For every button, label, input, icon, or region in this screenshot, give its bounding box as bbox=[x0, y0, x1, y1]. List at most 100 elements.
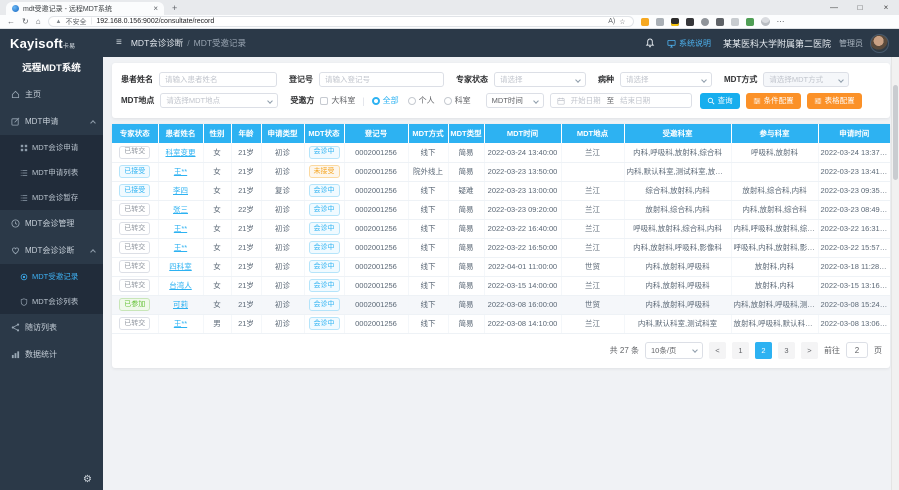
extension-icon[interactable] bbox=[686, 18, 694, 26]
expert-status-badge: 已转交 bbox=[119, 203, 150, 216]
time-type-select[interactable]: MDT时间 bbox=[486, 93, 544, 108]
cell-patient-name[interactable]: 张三 bbox=[158, 200, 203, 219]
table-row: 已转交台湾人女21岁初诊会诊中0002001256线下简易2022-03-15 … bbox=[112, 276, 890, 295]
next-page-button[interactable]: > bbox=[801, 342, 818, 359]
sidebar-item-mdt-manage[interactable]: MDT会诊管理 bbox=[0, 210, 103, 237]
search-button[interactable]: 查询 bbox=[700, 93, 740, 109]
sidebar-item-mdt-diagnosis[interactable]: MDT会诊诊断 bbox=[0, 237, 103, 264]
cell-patient-name[interactable]: 王** bbox=[158, 238, 203, 257]
cell-patient-name[interactable]: 李四 bbox=[158, 181, 203, 200]
tab-close-icon[interactable]: × bbox=[153, 5, 158, 13]
patient-name-link[interactable]: 可莉 bbox=[173, 300, 188, 309]
goto-page-input[interactable] bbox=[846, 342, 868, 358]
favorite-star-icon[interactable]: ☆ bbox=[619, 18, 625, 26]
page-button-2-current[interactable]: 2 bbox=[755, 342, 772, 359]
radio-dept-label[interactable]: 科室 bbox=[455, 95, 471, 106]
back-icon[interactable]: ← bbox=[7, 18, 15, 26]
close-button[interactable]: × bbox=[873, 0, 899, 15]
expert-status-badge: 已转交 bbox=[119, 317, 150, 330]
sidebar-item-mdt-consult-list[interactable]: MDT会诊列表 bbox=[0, 289, 103, 314]
table-config-button[interactable]: 表格配置 bbox=[807, 93, 862, 109]
patient-name-link[interactable]: 张三 bbox=[173, 205, 188, 214]
browser-tab[interactable]: mdt受邀记录 - 远程MDT系统 × bbox=[6, 2, 164, 15]
refresh-icon[interactable]: ↻ bbox=[22, 18, 29, 26]
condition-config-button[interactable]: 条件配置 bbox=[746, 93, 801, 109]
radio-dept[interactable] bbox=[444, 97, 452, 105]
scrollbar-thumb[interactable] bbox=[893, 85, 898, 180]
maximize-button[interactable]: □ bbox=[847, 0, 873, 15]
cell-mdt-time: 2022-03-23 13:50:00 bbox=[484, 162, 561, 181]
extension-icon[interactable] bbox=[701, 18, 709, 26]
mdt-mode-select[interactable]: 请选择MDT方式 bbox=[763, 72, 849, 87]
browser-menu-icon[interactable]: ⋯ bbox=[777, 17, 785, 26]
cell-patient-name[interactable]: 台湾人 bbox=[158, 276, 203, 295]
minimize-button[interactable]: — bbox=[821, 0, 847, 15]
cell-reg-no: 0002001256 bbox=[344, 276, 408, 295]
cell-reg-no: 0002001256 bbox=[344, 181, 408, 200]
extension-icon[interactable] bbox=[656, 18, 664, 26]
mdt-location-select[interactable]: 请选择MDT地点 bbox=[160, 93, 278, 108]
sidebar-toggle-icon[interactable]: ≡ bbox=[116, 38, 122, 48]
url-field[interactable]: ▲ 不安全 | 192.168.0.156:9002/consultate/re… bbox=[48, 16, 634, 27]
extension-icon[interactable] bbox=[716, 18, 724, 26]
read-aloud-icon[interactable]: A) bbox=[608, 18, 615, 25]
radio-all-label[interactable]: 全部 bbox=[383, 95, 399, 106]
home-icon[interactable]: ⌂ bbox=[36, 18, 41, 26]
cell-patient-name[interactable]: 王** bbox=[158, 162, 203, 181]
cell-apply-type: 初诊 bbox=[261, 276, 304, 295]
extension-icon[interactable] bbox=[671, 18, 679, 26]
page-button-1[interactable]: 1 bbox=[732, 342, 749, 359]
cell-patient-name[interactable]: 四科室 bbox=[158, 257, 203, 276]
extension-icon[interactable] bbox=[641, 18, 649, 26]
radio-all[interactable] bbox=[372, 97, 380, 105]
sidebar-item-mdt-consult-draft[interactable]: MDT会诊暂存 bbox=[0, 185, 103, 210]
user-avatar[interactable] bbox=[870, 34, 889, 53]
date-range-picker[interactable]: 开始日期 至 结束日期 bbox=[550, 93, 692, 108]
patient-name-link[interactable]: 李四 bbox=[173, 186, 188, 195]
sidebar-item-home[interactable]: 主页 bbox=[0, 81, 103, 108]
cell-patient-name[interactable]: 科室变更 bbox=[158, 143, 203, 162]
cell-age: 21岁 bbox=[231, 238, 261, 257]
patient-name-link[interactable]: 王** bbox=[174, 224, 187, 233]
page-button-3[interactable]: 3 bbox=[778, 342, 795, 359]
expert-status-select[interactable]: 请选择 bbox=[494, 72, 586, 87]
cell-patient-name[interactable]: 王** bbox=[158, 219, 203, 238]
patient-name-link[interactable]: 四科室 bbox=[169, 262, 192, 271]
cell-patient-name[interactable]: 可莉 bbox=[158, 295, 203, 314]
new-tab-button[interactable]: + bbox=[172, 3, 177, 15]
page-scrollbar[interactable] bbox=[891, 57, 899, 490]
browser-profile-icon[interactable] bbox=[761, 17, 770, 26]
settings-gear-icon[interactable]: ⚙ bbox=[83, 475, 92, 485]
cell-gender: 女 bbox=[203, 219, 231, 238]
reg-no-input[interactable] bbox=[319, 72, 444, 87]
patient-name-link[interactable]: 王** bbox=[174, 243, 187, 252]
cell-joined-depts: 内科,放射科,呼吸科,测试科室 bbox=[731, 295, 818, 314]
cell-mdt-location: 世贸 bbox=[561, 295, 624, 314]
page-size-select[interactable]: 10条/页 bbox=[645, 342, 703, 359]
radio-personal-label[interactable]: 个人 bbox=[419, 95, 435, 106]
patient-name-link[interactable]: 王** bbox=[174, 167, 187, 176]
cell-apply-type: 初诊 bbox=[261, 219, 304, 238]
cell-mdt-mode: 线下 bbox=[408, 276, 448, 295]
cell-mdt-type: 简易 bbox=[448, 162, 484, 181]
extension-icon[interactable] bbox=[746, 18, 754, 26]
cell-patient-name[interactable]: 王** bbox=[158, 314, 203, 333]
radio-personal[interactable] bbox=[408, 97, 416, 105]
chevron-up-icon bbox=[90, 120, 96, 126]
sidebar-item-statistics[interactable]: 数据统计 bbox=[0, 341, 103, 368]
notification-bell-icon[interactable] bbox=[645, 38, 655, 48]
disease-select[interactable]: 请选择 bbox=[620, 72, 712, 87]
system-help-link[interactable]: 系统说明 bbox=[667, 38, 711, 49]
sidebar-item-mdt-apply-list[interactable]: MDT申请列表 bbox=[0, 160, 103, 185]
patient-name-link[interactable]: 王** bbox=[174, 319, 187, 328]
sidebar-item-mdt-apply[interactable]: MDT申请 bbox=[0, 108, 103, 135]
sidebar-item-mdt-invited-records[interactable]: MDT受邀记录 bbox=[0, 264, 103, 289]
split-screen-icon[interactable] bbox=[731, 18, 739, 26]
prev-page-button[interactable]: < bbox=[709, 342, 726, 359]
patient-name-link[interactable]: 科室变更 bbox=[166, 148, 196, 157]
patient-name-link[interactable]: 台湾人 bbox=[169, 281, 192, 290]
sidebar-item-mdt-consult-apply[interactable]: MDT会诊申请 bbox=[0, 135, 103, 160]
sidebar-item-followup-list[interactable]: 随访列表 bbox=[0, 314, 103, 341]
patient-name-input[interactable] bbox=[159, 72, 277, 87]
big-dept-checkbox[interactable] bbox=[320, 97, 328, 105]
